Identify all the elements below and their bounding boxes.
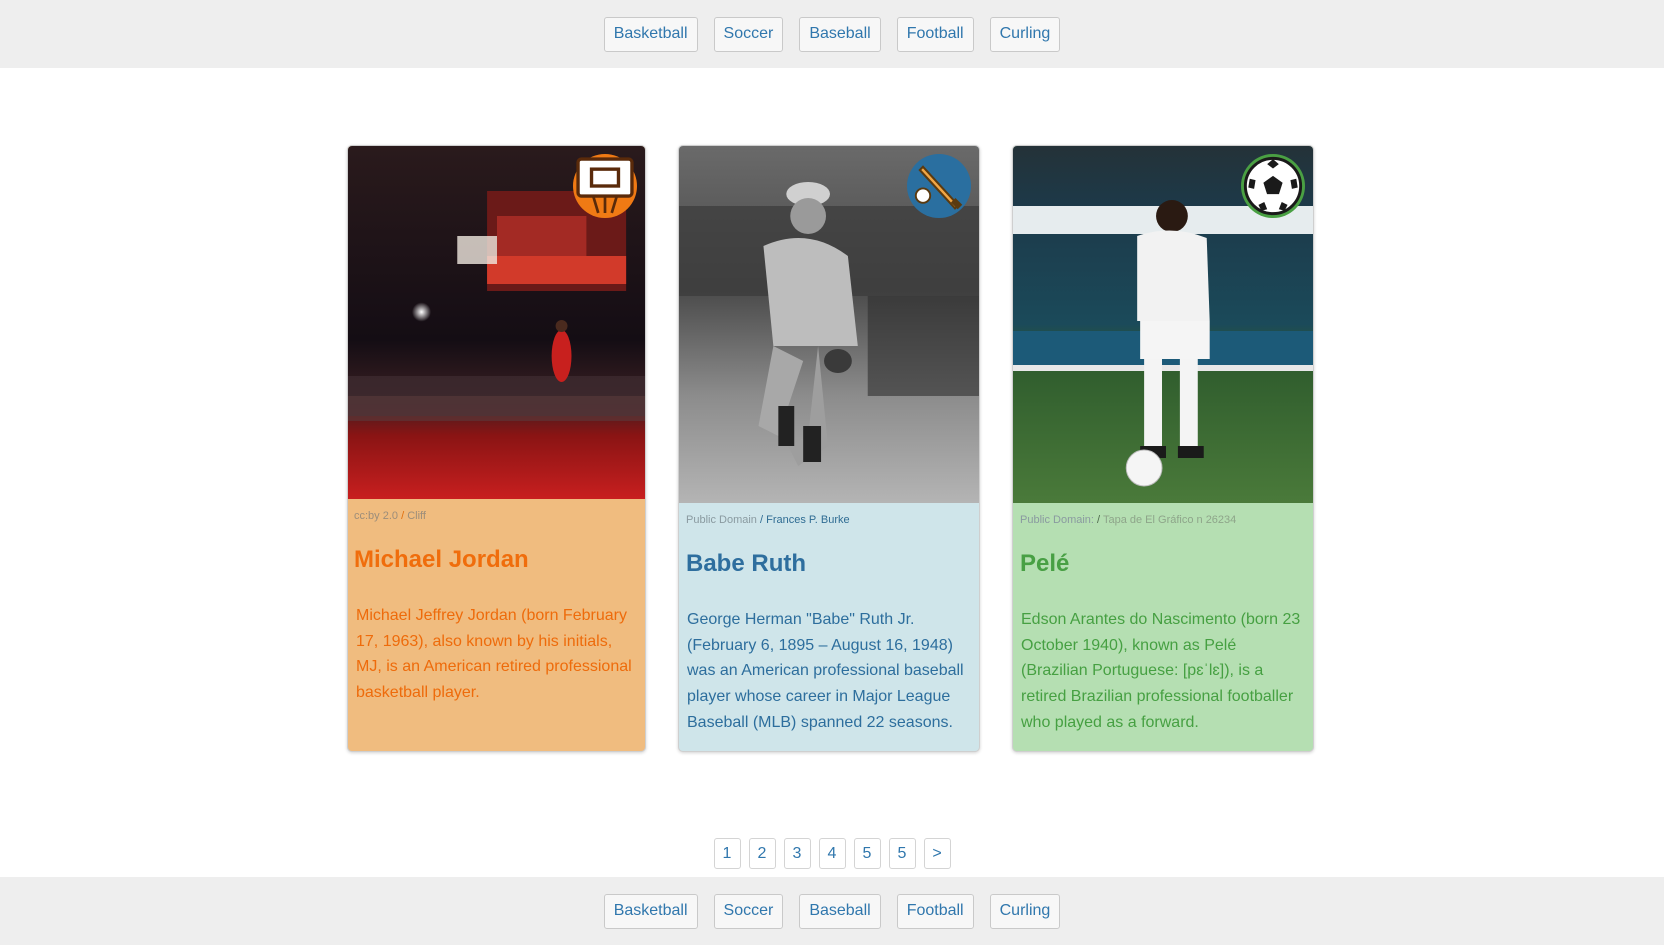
credit-author[interactable]: Tapa de El Gráfico n 26234 [1103, 514, 1236, 526]
athlete-photo [679, 146, 979, 503]
credit-license[interactable]: Public Domain [686, 514, 757, 526]
athlete-name: Pelé [1020, 550, 1070, 577]
nav-football-button[interactable]: Football [896, 16, 974, 52]
page-4-button[interactable]: 4 [818, 838, 846, 869]
nav-soccer-button[interactable]: Soccer [713, 893, 784, 929]
credit-license[interactable]: Public Domain: [1020, 514, 1094, 526]
nav-baseball-button[interactable]: Baseball [799, 16, 881, 52]
credit-license[interactable]: cc:by 2.0 [354, 510, 398, 522]
athlete-cards: cc:by 2.0 / Cliff Michael Jordan Michael… [347, 145, 1317, 752]
nav-curling-button[interactable]: Curling [989, 16, 1061, 52]
nav-soccer-button[interactable]: Soccer [713, 16, 784, 52]
nav-basketball-button[interactable]: Basketball [603, 893, 698, 929]
photo-credit: Public Domain: / Tapa de El Gráfico n 26… [1013, 503, 1313, 526]
page-3-button[interactable]: 3 [783, 838, 811, 869]
athlete-photo [1013, 146, 1313, 503]
athlete-card-jordan[interactable]: cc:by 2.0 / Cliff Michael Jordan Michael… [347, 145, 646, 752]
credit-author[interactable]: Cliff [407, 510, 426, 522]
soccer-ball-icon [1241, 154, 1305, 218]
pagination: 1 2 3 4 5 5 > [0, 838, 1664, 869]
athlete-photo [348, 146, 645, 499]
nav-curling-button[interactable]: Curling [989, 893, 1061, 929]
athlete-bio: Edson Arantes do Nascimento (born 23 Oct… [1021, 611, 1301, 731]
credit-separator: / [398, 510, 408, 522]
athlete-bio: Michael Jeffrey Jordan (born February 17… [356, 607, 632, 702]
photo-credit: Public Domain / Frances P. Burke [679, 503, 979, 526]
athlete-card-pele[interactable]: Public Domain: / Tapa de El Gráfico n 26… [1012, 145, 1314, 752]
athlete-name: Babe Ruth [686, 550, 806, 577]
top-nav: Basketball Soccer Baseball Football Curl… [0, 0, 1664, 68]
athlete-card-ruth[interactable]: Public Domain / Frances P. Burke Babe Ru… [678, 145, 980, 752]
page-1-button[interactable]: 1 [713, 838, 741, 869]
basketball-hoop-icon [573, 154, 637, 218]
nav-baseball-button[interactable]: Baseball [799, 893, 881, 929]
page-5b-button[interactable]: 5 [888, 838, 916, 869]
athlete-name: Michael Jordan [354, 546, 529, 573]
baseball-bat-icon [907, 154, 971, 218]
nav-basketball-button[interactable]: Basketball [603, 16, 698, 52]
bottom-nav: Basketball Soccer Baseball Football Curl… [0, 877, 1664, 945]
nav-football-button[interactable]: Football [896, 893, 974, 929]
credit-author[interactable]: Frances P. Burke [766, 514, 850, 526]
next-page-button[interactable]: > [923, 838, 951, 869]
page-2-button[interactable]: 2 [748, 838, 776, 869]
credit-separator: / [756, 514, 767, 526]
athlete-bio: George Herman "Babe" Ruth Jr. (February … [687, 611, 964, 731]
credit-separator: / [1093, 514, 1103, 526]
page-5-button[interactable]: 5 [853, 838, 881, 869]
photo-credit: cc:by 2.0 / Cliff [348, 499, 645, 522]
